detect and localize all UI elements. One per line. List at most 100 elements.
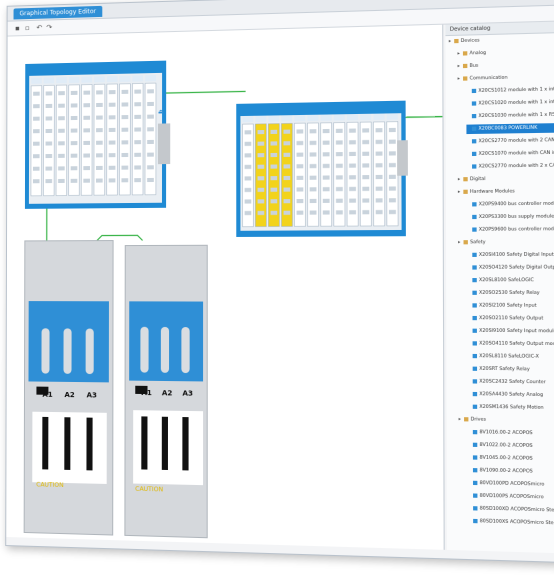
terminal <box>46 104 53 108</box>
tree-item[interactable]: 80VD100PS ACOPOSmicro <box>468 491 554 503</box>
tree-item[interactable]: X20BC0083 POWERLINK <box>466 123 554 134</box>
tree-item[interactable]: ▸Bus <box>458 59 554 71</box>
terminal <box>323 152 330 156</box>
tree-item[interactable]: X20PS3300 bus supply module <box>467 212 554 222</box>
terminal <box>297 129 304 133</box>
terminal <box>83 128 90 132</box>
redo-icon[interactable]: ↷ <box>45 23 53 31</box>
tree-item[interactable]: X20SO2110 Safety Output <box>467 314 554 324</box>
terminal <box>271 176 278 180</box>
device-icon <box>472 202 476 206</box>
tree-item-label: 80SD100XD ACOPOSmicro Stepper <box>480 506 554 513</box>
terminal <box>310 164 317 168</box>
terminal <box>362 163 369 167</box>
save-icon[interactable]: ▪ <box>13 24 21 32</box>
tree-item[interactable]: 8V1016.00-2 ACOPOS <box>467 428 554 439</box>
terminal <box>46 167 53 171</box>
tree-item[interactable]: ▸Hardware Modules <box>458 187 554 197</box>
folder-icon <box>464 417 468 421</box>
tree-item[interactable]: X20SI9100 Safety Input module <box>467 326 554 336</box>
terminal <box>258 211 265 215</box>
terminal <box>376 175 383 179</box>
terminal <box>33 179 40 183</box>
tree-item[interactable]: X20SO4110 Safety Output module <box>467 339 554 349</box>
terminal <box>362 198 369 202</box>
drive-vent <box>140 327 148 373</box>
terminal <box>71 103 78 107</box>
terminal <box>122 102 129 106</box>
tree-item[interactable]: X20SL8100 SafeLOGIC <box>467 276 554 286</box>
topology-canvas[interactable]: ⏏ <box>6 25 444 550</box>
terminal <box>58 104 65 108</box>
device-icon <box>473 391 477 395</box>
tree-item[interactable]: X20SO4120 Safety Digital Output <box>467 263 554 273</box>
tree-item[interactable]: 8V1045.00-2 ACOPOS <box>467 453 554 465</box>
tree-item[interactable]: X20SC2432 Safety Counter <box>467 377 554 388</box>
slice-label <box>120 76 131 82</box>
tree-item[interactable]: X20SA4430 Safety Analog <box>467 390 554 401</box>
terminal <box>83 153 90 157</box>
undo-icon[interactable]: ↶ <box>35 24 43 32</box>
terminal <box>134 102 141 106</box>
editor-tab[interactable]: Graphical Topology Editor <box>14 6 103 20</box>
terminal <box>323 129 330 133</box>
tree-item[interactable]: X20CS1070 module with CAN interface <box>467 148 554 159</box>
tree-item[interactable]: X20CS1030 module with 1 x RS232 <box>466 110 554 121</box>
tree-item[interactable]: X20CS1020 module with 1 x interface, gal… <box>466 98 554 109</box>
terminal <box>147 165 154 169</box>
slice-label <box>387 113 398 119</box>
slice-label <box>307 115 318 121</box>
terminal <box>283 153 290 157</box>
terminal <box>83 116 90 120</box>
slice-label <box>373 113 384 119</box>
tree-item-label: 80VD100PD ACOPOSmicro <box>480 481 545 488</box>
tree-item[interactable]: X20SRT Safety Relay <box>467 364 554 375</box>
tree-item[interactable]: X20CS2770 module with 2 x CAN interfaces <box>467 161 554 172</box>
tree-item[interactable]: 80SD100XS ACOPOSmicro Stepper <box>468 517 554 529</box>
terminal <box>83 141 90 145</box>
terminal <box>96 166 103 170</box>
tree-item[interactable]: ▸Communication <box>458 72 554 84</box>
tree-item[interactable]: X20PS9600 bus controller module <box>467 225 554 235</box>
terminal <box>121 178 128 182</box>
tree-item-label: X20SL8100 SafeLOGIC <box>479 278 534 283</box>
slice-label <box>294 115 305 121</box>
terminal <box>58 116 65 120</box>
tree-item[interactable]: X20SI4100 Safety Digital Input <box>467 250 554 260</box>
tree-item[interactable]: X20SI2100 Safety Input <box>467 301 554 311</box>
terminal <box>58 179 65 183</box>
terminal <box>33 92 40 96</box>
device-icon <box>472 151 476 155</box>
tree-item[interactable]: ▸Safety <box>458 238 554 248</box>
terminal <box>284 187 291 191</box>
terminal <box>134 153 141 157</box>
tree-item[interactable]: X20PS9400 bus controller module <box>467 199 554 209</box>
terminal <box>297 153 304 157</box>
drive-vent <box>86 329 94 375</box>
tree-item[interactable]: X20SO2530 Safety Relay <box>467 289 554 299</box>
terminal <box>376 151 383 155</box>
drive-left-axis-3: A3 <box>87 391 97 399</box>
tree-item[interactable]: 8V1090.00-2 ACOPOS <box>467 466 554 478</box>
tree-item[interactable]: X20CS2770 module with 2 CAN interfaces <box>466 136 554 147</box>
slice-label <box>268 115 279 121</box>
tree-item[interactable]: 80VD100PD ACOPOSmicro <box>468 479 554 491</box>
terminal <box>336 199 343 203</box>
tree-item[interactable]: ▸Drives <box>459 415 554 426</box>
print-icon[interactable]: ▫ <box>23 24 31 32</box>
tree-item[interactable]: X20SL8110 SafeLOGIC-X <box>467 352 554 362</box>
terminal <box>96 141 103 145</box>
device-icon <box>472 214 476 218</box>
tree-item[interactable]: 8V1022.00-2 ACOPOS <box>467 440 554 451</box>
terminal <box>389 128 396 132</box>
tree-item[interactable]: ▸Analog <box>457 47 554 59</box>
terminal <box>258 153 265 157</box>
tree-item[interactable]: ▸Digital <box>458 174 554 185</box>
terminal <box>134 178 141 182</box>
terminal <box>109 115 116 119</box>
tree-item[interactable]: X20CS1012 module with 1 x interface <box>466 85 554 96</box>
tree-item[interactable]: X20SM1436 Safety Motion <box>467 402 554 413</box>
tree-item[interactable]: ▸Devices <box>449 34 554 46</box>
terminal <box>122 90 129 94</box>
tree-item[interactable]: 80SD100XD ACOPOSmicro Stepper <box>468 504 554 516</box>
